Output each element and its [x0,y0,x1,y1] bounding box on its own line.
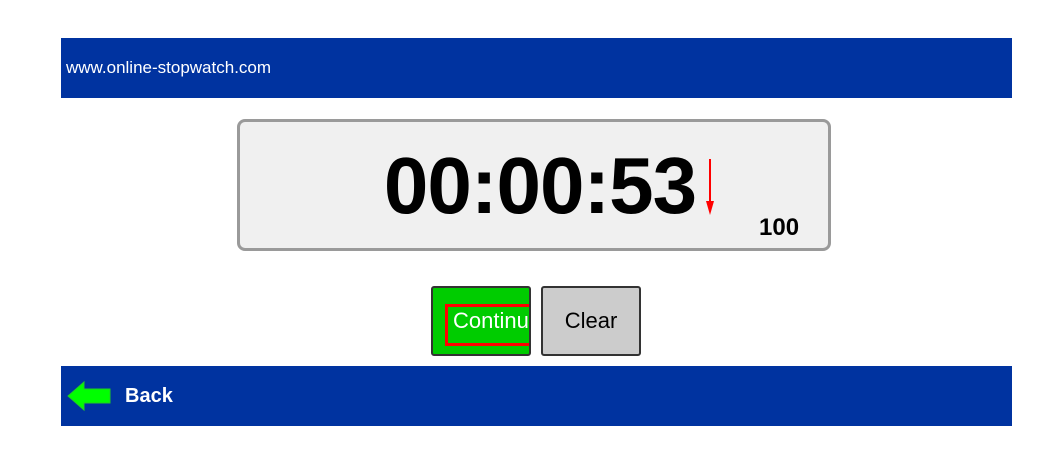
page: www.online-stopwatch.com 00:00:53 100 Co… [0,0,1051,463]
time-readout: 00:00:53 [383,141,697,230]
header-bar: www.online-stopwatch.com [61,38,1012,98]
back-link[interactable]: Back [66,378,196,414]
continue-button-label: Continu [453,308,529,333]
footer-bar: Back [61,366,1012,426]
down-arrow-icon [706,159,714,215]
hundredths-readout: 100 [759,214,800,241]
back-label: Back [125,385,173,407]
continue-button[interactable]: Continu [431,286,531,356]
clear-button-label: Clear [564,308,618,333]
stopwatch-display: 00:00:53 100 [237,119,831,251]
back-arrow-icon [67,380,111,412]
clear-button[interactable]: Clear [541,286,641,356]
site-url: www.online-stopwatch.com [66,58,272,77]
